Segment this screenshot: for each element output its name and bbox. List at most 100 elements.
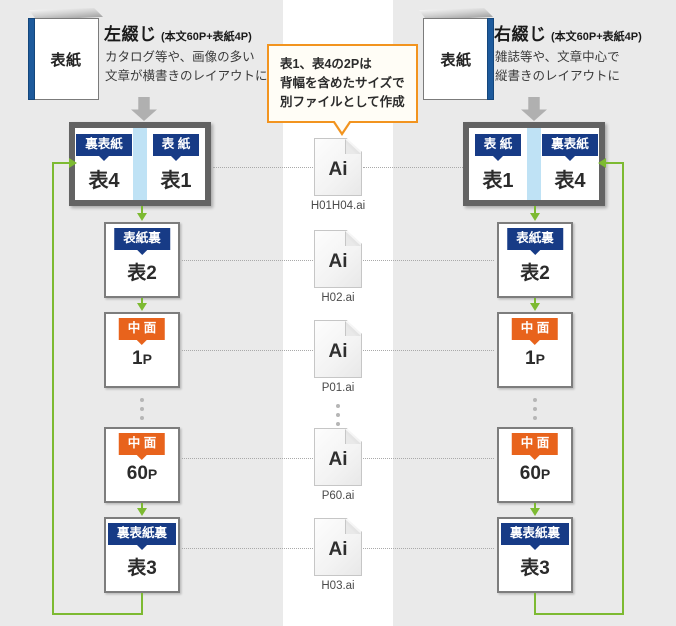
left-desc-line-1: カタログ等や、画像の多い — [105, 50, 255, 64]
page-fold-icon — [345, 231, 361, 246]
right-page-tag-3: 裏表紙裏 — [500, 523, 570, 545]
left-spread-front-cover: 表 紙 表1 — [147, 128, 205, 200]
right-desc-line-1: 雑誌等や、文章中心で — [495, 50, 620, 64]
right-spine-gutter — [527, 128, 541, 200]
left-book-illustration: 表紙 — [27, 8, 105, 100]
file-list-ellipsis — [336, 404, 340, 426]
callout-tail-inner-icon — [334, 120, 351, 133]
left-loop-segment-up — [52, 162, 54, 615]
left-page-num-0: 表2 — [127, 263, 157, 284]
right-binding-description: 雑誌等や、文章中心で 縦書きのレイアウトに — [495, 48, 620, 87]
ai-file-icon: Ai — [314, 518, 362, 576]
ai-glyph: Ai — [328, 449, 348, 470]
ai-file-h03[interactable]: Ai H03.ai — [314, 518, 362, 592]
dotline-right-p01 — [363, 350, 494, 351]
ai-file-icon: Ai — [314, 320, 362, 378]
ai-file-name-0: H01H04.ai — [310, 200, 366, 212]
left-spread-back-tag: 裏表紙 — [76, 134, 132, 156]
page-fold-icon — [345, 429, 361, 444]
callout-line-3: 別ファイルとして作成 — [280, 94, 405, 109]
right-loop-arrow-into-spread — [598, 158, 606, 168]
right-book-cover-label: 表紙 — [440, 51, 472, 69]
right-binding-title: 右綴じ — [494, 25, 547, 44]
left-page-num-2: 60P — [126, 463, 158, 484]
right-page-num-0: 表2 — [520, 263, 550, 284]
left-page-tag-3: 裏表紙裏 — [107, 523, 177, 545]
left-book-cover-label: 表紙 — [50, 51, 82, 69]
right-page-card-h3: 裏表紙裏 表3 — [497, 517, 573, 593]
callout-line-2: 背幅を含めたサイズで — [280, 75, 405, 90]
right-page-ellipsis — [533, 398, 537, 420]
dotline-left-p60 — [182, 458, 313, 459]
right-loop-segment-up — [622, 162, 624, 615]
left-page-card-p1: 中 面 1P — [104, 312, 180, 388]
ai-file-name-4: H03.ai — [321, 580, 355, 592]
right-connector-arrow-p1 — [530, 303, 540, 311]
left-desc-line-2: 文章が横書きのレイアウトに — [105, 69, 268, 84]
left-page-card-p60: 中 面 60P — [104, 427, 180, 503]
right-page-num-3: 表3 — [520, 558, 550, 579]
callout-line-1: 表1、表4の2Pは — [280, 57, 372, 71]
right-desc-line-2: 縦書きのレイアウトに — [495, 69, 621, 84]
left-page-tag-0: 表紙裏 — [114, 228, 170, 250]
ai-file-name-1: H02.ai — [321, 292, 355, 304]
page-fold-icon — [345, 321, 361, 336]
dotline-right-h01h04 — [363, 167, 463, 168]
right-page-card-h2: 表紙裏 表2 — [497, 222, 573, 298]
right-page-num-2: 60P — [519, 463, 551, 484]
right-connector-arrow-h2 — [530, 213, 540, 221]
ai-file-icon: Ai — [314, 230, 362, 288]
left-spread-front-tag: 表 紙 — [152, 134, 200, 156]
ai-glyph: Ai — [328, 251, 348, 272]
left-page-num-1: 1P — [132, 348, 152, 369]
right-spread-back-pagenum: 表4 — [554, 170, 586, 192]
ai-file-h02[interactable]: Ai H02.ai — [314, 230, 362, 304]
ai-file-h01h04[interactable]: Ai H01H04.ai — [311, 138, 365, 212]
left-page-card-h2: 表紙裏 表2 — [104, 222, 180, 298]
right-spread-front-pagenum: 表1 — [482, 170, 514, 192]
right-loop-segment-bottom — [534, 613, 624, 615]
dotline-left-h03 — [182, 548, 313, 549]
ai-file-icon: Ai — [314, 138, 362, 196]
ai-file-p60[interactable]: Ai P60.ai — [314, 428, 362, 502]
right-page-tag-2: 中 面 — [511, 433, 559, 455]
left-binding-description: カタログ等や、画像の多い 文章が横書きのレイアウトに — [105, 48, 268, 87]
left-spread-back-pagenum: 表4 — [88, 170, 120, 192]
right-page-card-p60: 中 面 60P — [497, 427, 573, 503]
ai-glyph: Ai — [328, 539, 348, 560]
left-connector-arrow-h2 — [137, 213, 147, 221]
right-loop-segment-down — [534, 593, 536, 615]
right-binding-spec: (本文60P+表紙4P) — [550, 31, 642, 43]
dotline-left-h02 — [182, 260, 313, 261]
right-spread-front-cover: 表 紙 表1 — [469, 128, 527, 200]
left-page-card-h3: 裏表紙裏 表3 — [104, 517, 180, 593]
left-spread-front-pagenum: 表1 — [160, 170, 192, 192]
dotline-left-h01h04 — [213, 167, 313, 168]
right-page-tag-0: 表紙裏 — [507, 228, 563, 250]
left-spread-back-cover: 裏表紙 表4 — [75, 128, 133, 200]
left-cover-spread: 裏表紙 表4 表 紙 表1 — [69, 122, 211, 206]
right-spread-back-cover: 裏表紙 表4 — [541, 128, 599, 200]
right-page-tag-1: 中 面 — [511, 318, 559, 340]
left-loop-segment-bottom — [52, 613, 143, 615]
dotline-right-h02 — [363, 260, 494, 261]
left-spine-gutter — [133, 128, 147, 200]
diagram-canvas: 表紙 左綴じ (本文60P+表紙4P) カタログ等や、画像の多い 文章が横書きの… — [0, 0, 676, 626]
ai-glyph: Ai — [328, 341, 348, 362]
ai-file-p01[interactable]: Ai P01.ai — [314, 320, 362, 394]
spread-size-callout: 表1、表4の2Pは 背幅を含めたサイズで 別ファイルとして作成 — [267, 44, 418, 137]
right-spread-front-tag: 表 紙 — [474, 134, 522, 156]
dotline-right-p60 — [363, 458, 494, 459]
left-binding-heading: 左綴じ (本文60P+表紙4P) — [104, 20, 252, 45]
left-binding-title: 左綴じ — [104, 25, 157, 44]
left-page-ellipsis — [140, 398, 144, 420]
left-loop-arrow-into-spread — [69, 158, 77, 168]
ai-glyph: Ai — [328, 159, 348, 180]
left-binding-spec: (本文60P+表紙4P) — [160, 31, 252, 43]
right-book-illustration: 表紙 — [417, 8, 495, 100]
left-connector-arrow-p1 — [137, 303, 147, 311]
ai-file-icon: Ai — [314, 428, 362, 486]
right-binding-heading: 右綴じ (本文60P+表紙4P) — [494, 20, 642, 45]
right-page-num-1: 1P — [525, 348, 545, 369]
left-page-tag-2: 中 面 — [118, 433, 166, 455]
